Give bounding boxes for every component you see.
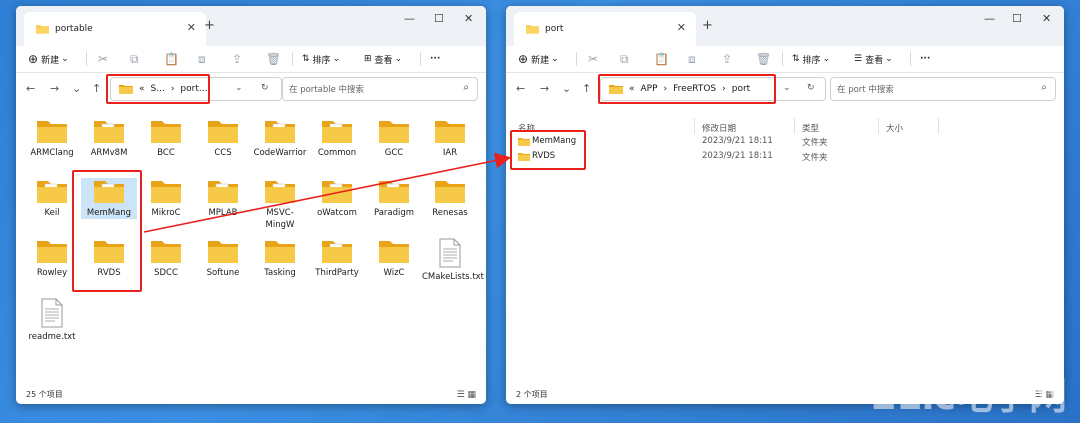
watermark: 21ic电子网 xyxy=(870,374,1067,418)
annotation-arrow xyxy=(143,152,512,233)
